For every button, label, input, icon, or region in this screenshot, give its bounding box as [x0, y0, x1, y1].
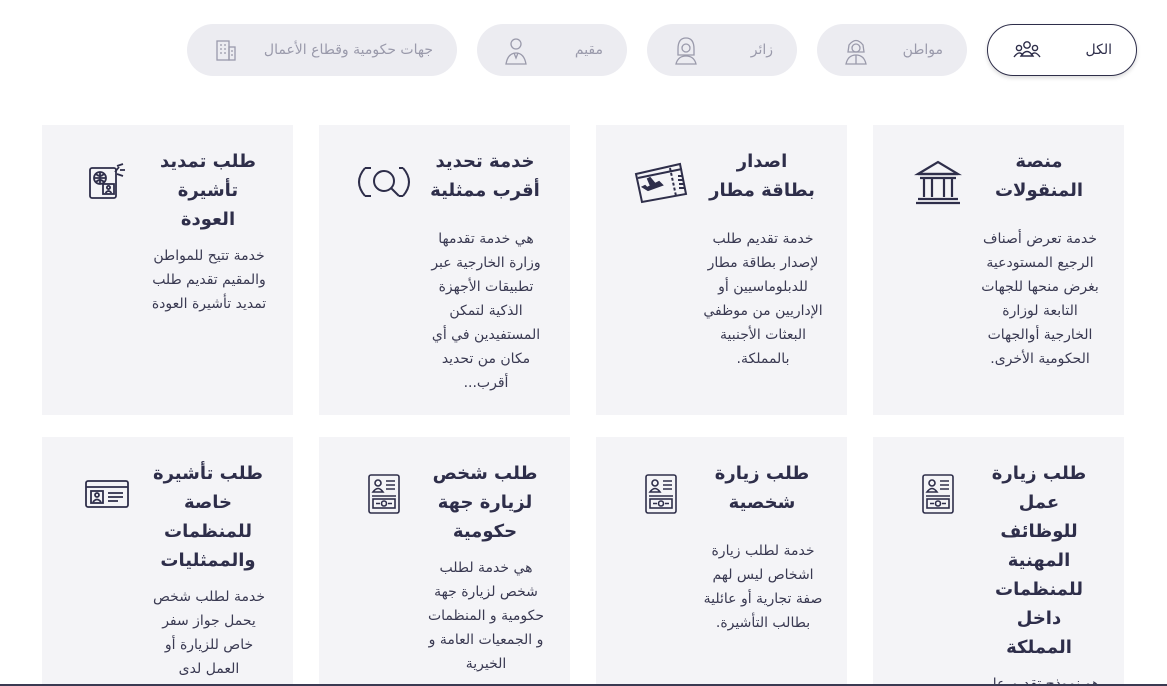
card-title: منصة المنقولات — [994, 151, 1084, 201]
card-description: خدمة تعرض أصناف الرجيع المستودعية بغرض م… — [981, 231, 1099, 367]
services-page: الكل مواطن زائر مقيم جهات حكومية وقطاع ا… — [0, 0, 1167, 686]
service-card-special-visa-organizations[interactable]: طلب تأشيرة خاصة للمنظمات والممثليات خدمة… — [42, 437, 293, 686]
filter-visitor[interactable]: زائر — [647, 24, 797, 76]
service-card-airport-card[interactable]: اصدار بطاقة مطار خدمة تقديم طلب لإصدار ب… — [596, 125, 847, 415]
resident-icon — [501, 35, 531, 65]
filter-government-business-label: جهات حكومية وقطاع الأعمال — [263, 42, 433, 58]
service-card-nearest-mission[interactable]: خدمة تحديد أقرب ممثلية هي خدمة تقدمها وز… — [319, 125, 570, 415]
group-icon — [1012, 35, 1042, 65]
card-title: طلب زيارة شخصية — [714, 463, 810, 513]
building-icon — [211, 35, 241, 65]
visa-form-icon — [626, 459, 696, 529]
airport-ticket-icon — [626, 147, 696, 217]
passport-visa-icon — [72, 147, 142, 217]
bank-icon — [903, 147, 973, 217]
card-title: طلب تمديد تأشيرة العودة — [159, 151, 256, 230]
services-grid: منصة المنقولات خدمة تعرض أصناف الرجيع ال… — [42, 125, 1124, 686]
service-card-personal-visit[interactable]: طلب زيارة شخصية خدمة لطلب زيارة اشخاص لي… — [596, 437, 847, 686]
visa-form-icon — [349, 459, 419, 529]
visa-form-icon — [903, 459, 973, 529]
card-description: هي خدمة لطلب شخص لزيارة جهة حكومية و الم… — [427, 560, 544, 672]
filter-government-business[interactable]: جهات حكومية وقطاع الأعمال — [187, 24, 457, 76]
card-title: طلب تأشيرة خاصة للمنظمات والممثليات — [152, 463, 263, 571]
card-description: خدمة لطلب زيارة اشخاص ليس لهم صفة تجارية… — [703, 543, 823, 631]
filter-resident-label: مقيم — [574, 42, 603, 58]
citizen-icon — [841, 35, 871, 65]
card-title: اصدار بطاقة مطار — [709, 151, 815, 201]
filter-resident[interactable]: مقيم — [477, 24, 627, 76]
id-card-icon — [72, 459, 142, 529]
locate-search-icon — [349, 147, 419, 217]
audience-filter-bar: الكل مواطن زائر مقيم جهات حكومية وقطاع ا… — [187, 24, 1137, 76]
filter-citizen-label: مواطن — [902, 42, 943, 58]
card-description: خدمة تقديم طلب لإصدار بطاقة مطار للدبلوم… — [703, 231, 823, 367]
service-card-transfers-platform[interactable]: منصة المنقولات خدمة تعرض أصناف الرجيع ال… — [873, 125, 1124, 415]
card-title: خدمة تحديد أقرب ممثلية — [430, 151, 540, 201]
service-card-work-visit-organizations[interactable]: طلب زيارة عمل للوظائف المهنية للمنظمات د… — [873, 437, 1124, 686]
visitor-icon — [671, 35, 701, 65]
card-title: طلب شخص لزيارة جهة حكومية — [432, 463, 538, 542]
card-description: خدمة لطلب شخص يحمل جواز سفر خاص للزيارة … — [153, 589, 265, 686]
filter-citizen[interactable]: مواطن — [817, 24, 967, 76]
filter-all-label: الكل — [1085, 42, 1113, 58]
service-card-return-visa-extension[interactable]: طلب تمديد تأشيرة العودة خدمة تتيح للمواط… — [42, 125, 293, 415]
card-description: خدمة تتيح للمواطن والمقيم تقديم طلب تمدي… — [151, 248, 267, 312]
card-description: هي خدمة تقدمها وزارة الخارجية عبر تطبيقا… — [431, 231, 541, 391]
service-card-government-entity-visit[interactable]: طلب شخص لزيارة جهة حكومية هي خدمة لطلب ش… — [319, 437, 570, 686]
card-title: طلب زيارة عمل للوظائف المهنية للمنظمات د… — [991, 463, 1087, 658]
filter-visitor-label: زائر — [750, 42, 773, 58]
filter-all[interactable]: الكل — [987, 24, 1137, 76]
